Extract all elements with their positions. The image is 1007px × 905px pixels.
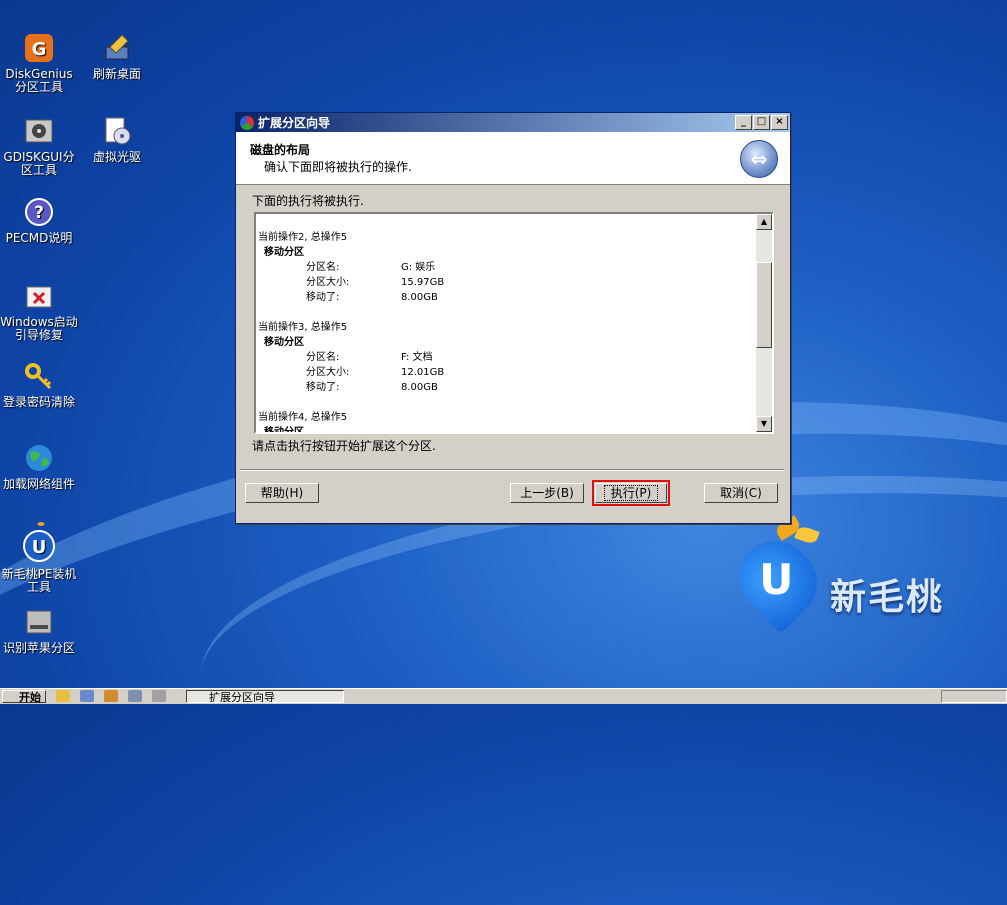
scroll-up-button[interactable]: ▲ [756, 214, 772, 230]
desktop-icon-label: 加载网络组件 [2, 477, 75, 491]
desktop-icon-label: 识别苹果分区 [2, 641, 75, 655]
installer-icon: U [19, 520, 59, 564]
dialog-title: 扩展分区向导 [258, 116, 331, 130]
wizard-header-subtitle: 确认下面即将被执行的操作. [264, 160, 412, 174]
wizard-header: 磁盘的布局 确认下面即将被执行的操作. ⇔ [236, 132, 790, 185]
desktop-icon-boot-repair[interactable]: Windows启动引导修复 [0, 280, 78, 342]
desktop-icon-gdiskgui[interactable]: GDISKGUI分区工具 [0, 115, 78, 177]
extend-partition-wizard: 扩展分区向导 _ □ × 磁盘的布局 确认下面即将被执行的操作. ⇔ 下面的执行… [235, 112, 791, 524]
quicklaunch-tool-icon[interactable] [80, 690, 94, 702]
quicklaunch-folder-icon[interactable] [56, 690, 70, 702]
operations-content: 当前操作2, 总操作5 移动分区 分区名: G: 娱乐 分区大小: 15.97GB 移动了:… [258, 230, 756, 434]
desktop-icon-label: 虚拟光驱 [92, 150, 141, 164]
operation-header: 当前操作4, 总操作5 [258, 412, 348, 423]
taskbar-item-wizard[interactable]: 扩展分区向导 [186, 690, 344, 703]
divider [240, 469, 784, 471]
minimize-button[interactable]: _ [735, 115, 752, 130]
boot-repair-icon [23, 280, 55, 312]
operation-detail-row: 移动了: 8.00GB [258, 290, 756, 305]
desktop-icon-virtual-drive[interactable]: 虚拟光驱 [78, 115, 156, 164]
quicklaunch-misc-icon[interactable] [152, 690, 166, 702]
desktop-icon-network[interactable]: 加载网络组件 [0, 442, 78, 491]
desktop-icon-label: Windows启动引导修复 [0, 315, 78, 342]
detail-value: 8.00GB [401, 292, 438, 303]
execute-button[interactable]: 执行(P) [592, 480, 670, 506]
desktop-icon-label: PECMD说明 [5, 231, 73, 245]
back-button[interactable]: 上一步(B) [510, 483, 584, 503]
help-button[interactable]: 帮助(H) [245, 483, 319, 503]
cancel-button[interactable]: 取消(C) [704, 483, 778, 503]
wizard-header-title: 磁盘的布局 [250, 143, 311, 157]
desktop-icon-pecmd[interactable]: ? PECMD说明 [0, 196, 78, 245]
dialog-titlebar[interactable]: 扩展分区向导 _ □ × [236, 113, 790, 132]
operation-action: 移动分区 [264, 247, 304, 258]
brand-leaf-icon [794, 524, 820, 546]
operation-action: 移动分区 [264, 337, 304, 348]
quicklaunch-app-icon[interactable] [104, 690, 118, 702]
list-caption: 下面的执行将被执行. [252, 194, 364, 208]
desktop-icon-diskgenius[interactable]: G DiskGenius分区工具 [0, 32, 78, 94]
detail-key: 分区名: [306, 262, 340, 273]
start-button[interactable]: 开始 [2, 690, 46, 704]
operation-header: 当前操作2, 总操作5 [258, 232, 348, 243]
detail-value: G: 娱乐 [401, 262, 436, 273]
desktop-icon-label: 刷新桌面 [92, 67, 141, 81]
close-button[interactable]: × [771, 115, 788, 130]
scroll-thumb[interactable] [756, 262, 772, 348]
brand-logo: U 新毛桃 [724, 515, 972, 634]
brand-u-icon: U [724, 526, 832, 634]
help-icon: ? [23, 196, 55, 228]
desktop-icon-installer[interactable]: U 新毛桃PE装机工具 [0, 520, 78, 594]
diskgenius-icon: G [23, 32, 55, 64]
footer-instruction: 请点击执行按钮开始扩展这个分区. [252, 439, 436, 453]
detail-value: 12.01GB [401, 367, 445, 378]
detail-key: 移动了: [306, 292, 340, 303]
operation-detail-row: 分区大小: 15.97GB [258, 275, 756, 290]
quicklaunch-disk-icon[interactable] [128, 690, 142, 702]
app-icon [240, 115, 254, 130]
system-tray [941, 690, 1007, 703]
taskbar: 开始 扩展分区向导 [0, 688, 1007, 704]
scroll-down-button[interactable]: ▼ [756, 416, 772, 432]
operation-detail-row: 移动了: 8.00GB [258, 380, 756, 395]
desktop-icon-label: 新毛桃PE装机工具 [1, 567, 77, 594]
detail-value: 8.00GB [401, 382, 438, 393]
desktop-icon-label: DiskGenius分区工具 [5, 67, 73, 94]
brand-text: 新毛桃 [830, 577, 945, 618]
desktop-icon-refresh[interactable]: 刷新桌面 [78, 32, 156, 81]
svg-text:G: G [32, 39, 47, 60]
detail-value: F: 文档 [401, 352, 433, 363]
vertical-scrollbar[interactable]: ▲ ▼ [756, 214, 772, 432]
operation-block: 当前操作2, 总操作5 移动分区 分区名: G: 娱乐分区大小: 15.97GB 移动了:… [258, 230, 756, 305]
operation-detail-row: 分区大小: 12.01GB [258, 365, 756, 380]
detail-key: 移动了: [306, 382, 340, 393]
desktop-icon-label: 登录密码清除 [2, 395, 75, 409]
refresh-desktop-icon [101, 32, 133, 64]
operation-action: 移动分区 [264, 427, 304, 434]
operation-detail-row: 分区名: G: 娱乐 [258, 260, 756, 275]
operation-detail-row: 分区名: F: 文档 [258, 350, 756, 365]
desktop-icon-mac-partition[interactable]: 识别苹果分区 [0, 606, 78, 655]
detail-key: 分区大小: [306, 367, 350, 378]
operation-block: 当前操作3, 总操作5 移动分区 分区名: F: 文档分区大小: 12.01GB 移动了:… [258, 320, 756, 395]
detail-key: 分区大小: [306, 277, 350, 288]
svg-text:U: U [32, 537, 47, 558]
operation-block: 当前操作4, 总操作5 移动分区 [258, 410, 756, 434]
desktop-icon-password-clear[interactable]: 登录密码清除 [0, 360, 78, 409]
key-icon [23, 360, 55, 392]
desktop-icon-label: GDISKGUI分区工具 [3, 150, 75, 177]
maximize-button[interactable]: □ [753, 115, 770, 130]
mac-partition-icon [23, 606, 55, 638]
virtual-drive-icon [101, 115, 133, 147]
operation-header: 当前操作3, 总操作5 [258, 322, 348, 333]
detail-value: 15.97GB [401, 277, 445, 288]
network-globe-icon [23, 442, 55, 474]
gdiskgui-icon [23, 115, 55, 147]
operations-list[interactable]: 当前操作2, 总操作5 移动分区 分区名: G: 娱乐 分区大小: 15.97GB 移动了:… [254, 212, 774, 434]
wizard-arrows-icon: ⇔ [740, 140, 778, 178]
detail-key: 分区名: [306, 352, 340, 363]
svg-text:?: ? [34, 203, 44, 223]
